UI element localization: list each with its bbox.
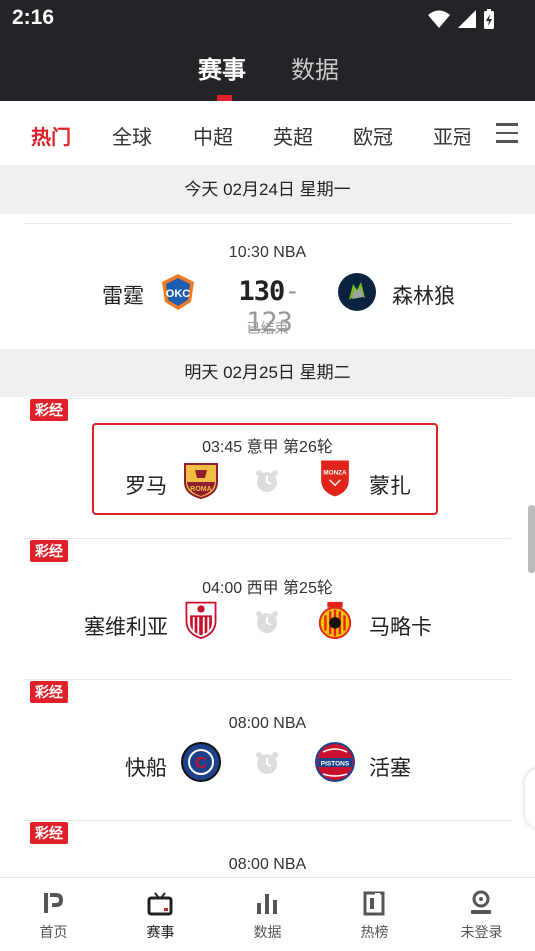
match-icon [147,892,173,916]
menu-icon[interactable] [496,123,518,143]
mallorca-logo-icon [318,601,352,640]
lottery-badge: 彩经 [30,681,68,703]
category-csl[interactable]: 中超 [193,121,233,150]
match-card[interactable]: 10:30 NBA 雷霆 OKC 130-123 森林狼 已结束 [0,214,535,349]
alarm-clock-icon[interactable] [254,750,280,776]
svg-text:OKC: OKC [166,288,191,300]
divider [24,223,511,224]
home-score: 130 [238,276,285,307]
match-status: 已结束 [246,320,289,336]
divider [24,538,511,539]
data-icon [257,894,277,914]
monza-logo-icon: MONZA [319,459,351,498]
tab-matches[interactable]: 赛事 [198,50,246,85]
floating-handle[interactable] [525,768,535,828]
top-bar: 2:16 赛事 数据 [0,0,535,101]
lottery-badge: 彩经 [30,540,68,562]
away-team-name: 活塞 [369,757,411,780]
category-bar: 热门 全球 中超 英超 欧冠 亚冠 [0,101,535,165]
svg-text:C: C [195,755,207,772]
pistons-logo-icon: PISTONS [315,742,355,782]
match-time-league: 04:00 西甲 第25轮 [202,580,333,597]
roma-logo-icon: ROMA [184,463,218,500]
status-icons [427,8,495,30]
date-header-tomorrow: 明天 02月25日 星期二 [0,349,535,397]
date-header-today: 今天 02月24日 星期一 [0,166,535,214]
alarm-clock-icon[interactable] [254,609,280,635]
home-team-name: 快船 [125,757,167,780]
away-team-name: 马略卡 [369,616,432,639]
nav-matches-label: 赛事 [146,924,175,940]
status-time: 2:16 [12,6,55,29]
home-team-name: 塞维利亚 [84,616,168,639]
nav-user-label: 未登录 [460,924,503,940]
wifi-icon [428,10,450,28]
battery-icon [484,9,494,29]
lottery-badge: 彩经 [30,399,68,421]
lottery-badge: 彩经 [30,822,68,844]
nav-matches[interactable]: 赛事 [107,878,214,951]
category-epl[interactable]: 英超 [273,121,313,150]
match-time-league: 10:30 NBA [228,244,307,261]
home-team-name: 雷霆 [102,285,144,308]
nav-user[interactable]: 未登录 [428,878,535,951]
okc-logo-icon: OKC [162,274,194,310]
hot-list-icon [363,891,385,916]
clippers-logo-icon: C [181,742,221,782]
category-hot[interactable]: 热门 [31,121,71,150]
category-global[interactable]: 全球 [112,121,152,150]
alarm-clock-icon[interactable] [254,468,280,494]
svg-text:ROMA: ROMA [190,486,211,493]
category-scroll[interactable]: 热门 全球 中超 英超 欧冠 亚冠 [0,101,470,165]
divider [24,398,511,399]
away-team-name: 蒙扎 [369,475,411,498]
nav-data[interactable]: 数据 [214,878,321,951]
signal-icon [458,10,476,28]
tab-data[interactable]: 数据 [291,50,339,85]
home-icon [44,893,63,913]
sevilla-logo-icon [185,601,217,639]
divider [24,820,511,821]
nav-home-label: 首页 [39,924,68,940]
timberwolves-logo-icon [338,273,376,311]
nav-data-label: 数据 [253,924,282,940]
svg-text:MONZA: MONZA [323,469,347,476]
scrollbar[interactable] [528,505,535,573]
home-team-name: 罗马 [125,475,167,498]
user-icon [471,890,491,914]
divider [24,679,511,680]
bottom-nav: 首页 赛事 数据 热榜 未登录 [0,877,535,951]
category-ucl[interactable]: 欧冠 [353,121,393,150]
category-acl[interactable]: 亚冠 [433,121,470,150]
svg-text:PISTONS: PISTONS [321,761,350,768]
nav-hot-list-label: 热榜 [360,924,389,940]
nav-hot-list[interactable]: 热榜 [321,878,428,951]
match-time-league: 08:00 NBA [228,715,307,732]
away-team-name: 森林狼 [392,285,455,308]
match-time-league: 03:45 意甲 第26轮 [202,439,333,456]
match-time-league: 08:00 NBA [228,856,307,873]
nav-home[interactable]: 首页 [0,878,107,951]
